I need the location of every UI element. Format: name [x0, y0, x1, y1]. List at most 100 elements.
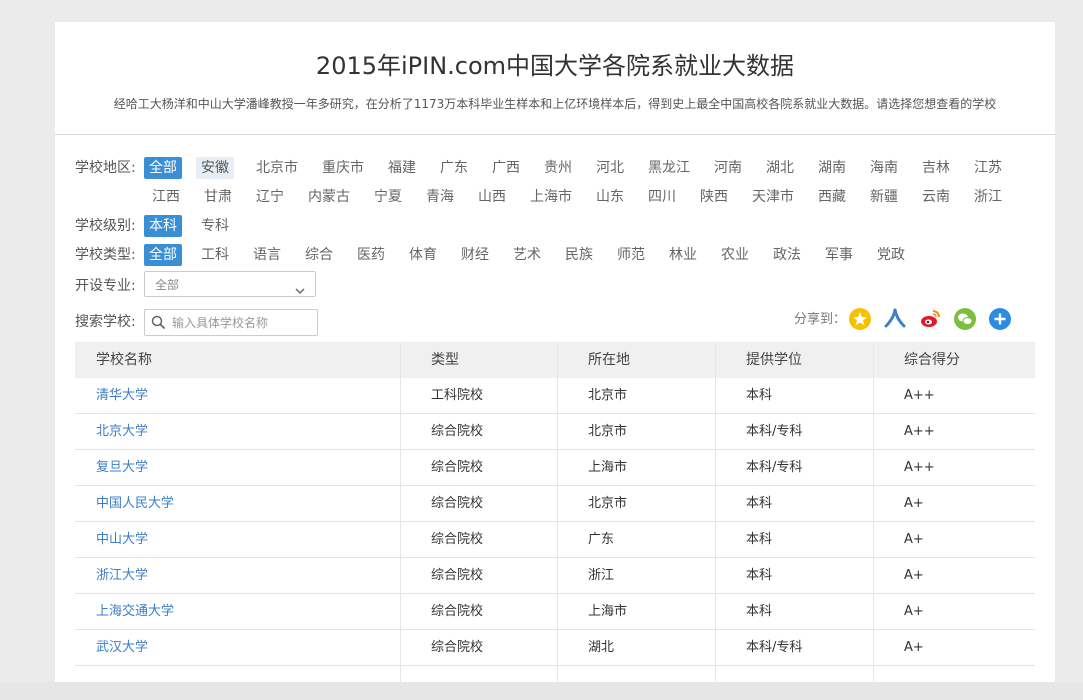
region-option[interactable]: 黑龙江	[643, 157, 695, 179]
weibo-icon[interactable]	[919, 308, 941, 330]
table-row: 复旦大学 综合院校 上海市 本科/专科 A++	[75, 450, 1035, 486]
region-option[interactable]: 海南	[865, 157, 903, 179]
page-subtitle: 经哈工大杨洋和中山大学潘峰教授一年多研究，在分析了1173万本科毕业生样本和上亿…	[113, 97, 997, 111]
type-option[interactable]: 林业	[664, 244, 702, 266]
region-option[interactable]: 山东	[591, 186, 629, 208]
region-option[interactable]: 河北	[591, 157, 629, 179]
type-option[interactable]: 财经	[456, 244, 494, 266]
table-row: 清华大学 工科院校 北京市 本科 A++	[75, 378, 1035, 414]
table-header: 学校名称 类型 所在地 提供学位 综合得分	[75, 342, 1035, 378]
table-cell: 湖北	[588, 640, 615, 655]
table-cell: 本科/专科	[746, 424, 803, 439]
region-option[interactable]: 吉林	[917, 157, 955, 179]
region-option[interactable]: 陕西	[695, 186, 733, 208]
region-option[interactable]: 广西	[487, 157, 525, 179]
type-option[interactable]: 医药	[352, 244, 390, 266]
table-cell: 综合院校	[431, 532, 484, 547]
table-cell: 上海市	[588, 604, 628, 619]
type-option[interactable]: 综合	[300, 244, 338, 266]
school-name-link[interactable]: 武汉大学	[96, 630, 148, 666]
table-cell: A+	[904, 496, 924, 511]
bottom-scrollbar[interactable]	[0, 682, 1083, 700]
level-option[interactable]: 本科	[144, 215, 182, 237]
region-option[interactable]: 上海市	[525, 186, 577, 208]
column-header: 综合得分	[904, 352, 960, 368]
table-cell: A++	[904, 424, 935, 439]
table-cell: 综合院校	[431, 496, 484, 511]
region-option[interactable]: 重庆市	[317, 157, 369, 179]
search-label: 搜索学校:	[75, 314, 136, 330]
table-cell: 北京市	[588, 424, 628, 439]
school-name-link[interactable]: 中山大学	[96, 522, 148, 558]
type-option[interactable]: 体育	[404, 244, 442, 266]
region-option[interactable]: 全部	[144, 157, 182, 179]
type-option[interactable]: 政法	[768, 244, 806, 266]
region-option[interactable]: 广东	[435, 157, 473, 179]
major-select[interactable]: 全部	[144, 271, 316, 297]
table-cell: A+	[904, 640, 924, 655]
table-cell: 综合院校	[431, 460, 484, 475]
table-cell: 本科	[746, 532, 773, 547]
region-option[interactable]: 安徽	[196, 157, 234, 179]
region-option[interactable]: 贵州	[539, 157, 577, 179]
region-option[interactable]: 浙江	[969, 186, 1007, 208]
table-cell: 本科/专科	[746, 460, 803, 475]
region-option[interactable]: 福建	[383, 157, 421, 179]
table-cell: 广东	[588, 532, 615, 547]
table-cell: 综合院校	[431, 604, 484, 619]
region-option[interactable]: 北京市	[251, 157, 303, 179]
region-option[interactable]: 西藏	[813, 186, 851, 208]
type-option[interactable]: 党政	[872, 244, 910, 266]
table-cell: 工科院校	[431, 388, 484, 403]
region-option[interactable]: 内蒙古	[303, 186, 355, 208]
region-option[interactable]: 天津市	[747, 186, 799, 208]
table-cell: 本科	[746, 604, 773, 619]
table-cell: 综合院校	[431, 568, 484, 583]
share-label: 分享到：	[794, 312, 847, 327]
region-option[interactable]: 甘肃	[199, 186, 237, 208]
chevron-down-icon	[295, 280, 305, 299]
region-option[interactable]: 新疆	[865, 186, 903, 208]
level-option[interactable]: 专科	[196, 215, 234, 237]
region-option[interactable]: 云南	[917, 186, 955, 208]
school-name-link[interactable]: 复旦大学	[96, 450, 148, 486]
type-option[interactable]: 农业	[716, 244, 754, 266]
type-option[interactable]: 语言	[248, 244, 286, 266]
table-row: 浙江大学 综合院校 浙江 本科 A+	[75, 558, 1035, 594]
region-option[interactable]: 江苏	[969, 157, 1007, 179]
renren-icon[interactable]	[884, 308, 906, 330]
school-name-link[interactable]: 浙江大学	[96, 558, 148, 594]
region-option[interactable]: 宁夏	[369, 186, 407, 208]
level-filter-label: 学校级别:	[75, 218, 136, 234]
type-option[interactable]: 师范	[612, 244, 650, 266]
wechat-icon[interactable]	[954, 308, 976, 330]
table-row: 武汉大学 综合院校 湖北 本科/专科 A+	[75, 630, 1035, 666]
type-option[interactable]: 民族	[560, 244, 598, 266]
region-option[interactable]: 湖南	[813, 157, 851, 179]
table-cell: A+	[904, 568, 924, 583]
type-option[interactable]: 军事	[820, 244, 858, 266]
region-option[interactable]: 辽宁	[251, 186, 289, 208]
region-option[interactable]: 青海	[421, 186, 459, 208]
region-option[interactable]: 湖北	[761, 157, 799, 179]
qzone-icon[interactable]	[849, 308, 871, 330]
type-option[interactable]: 工科	[196, 244, 234, 266]
table-cell: 北京市	[588, 496, 628, 511]
school-name-link[interactable]: 北京大学	[96, 414, 148, 450]
more-icon[interactable]	[989, 308, 1011, 330]
type-option[interactable]: 全部	[144, 244, 182, 266]
region-option[interactable]: 四川	[643, 186, 681, 208]
table-cell: 综合院校	[431, 640, 484, 655]
page-title: 2015年iPIN.com中国大学各院系就业大数据	[315, 52, 795, 80]
school-name-link[interactable]: 清华大学	[96, 378, 148, 414]
school-name-link[interactable]: 上海交通大学	[96, 594, 174, 630]
table-cell: 综合院校	[431, 424, 484, 439]
region-option[interactable]: 河南	[709, 157, 747, 179]
type-option[interactable]: 艺术	[508, 244, 546, 266]
search-input[interactable]	[170, 313, 314, 333]
region-option[interactable]: 江西	[147, 186, 185, 208]
region-option[interactable]: 山西	[473, 186, 511, 208]
school-name-link[interactable]: 中国人民大学	[96, 486, 174, 522]
column-header: 所在地	[588, 352, 630, 368]
main-card: 2015年iPIN.com中国大学各院系就业大数据 经哈工大杨洋和中山大学潘峰教…	[55, 22, 1055, 682]
